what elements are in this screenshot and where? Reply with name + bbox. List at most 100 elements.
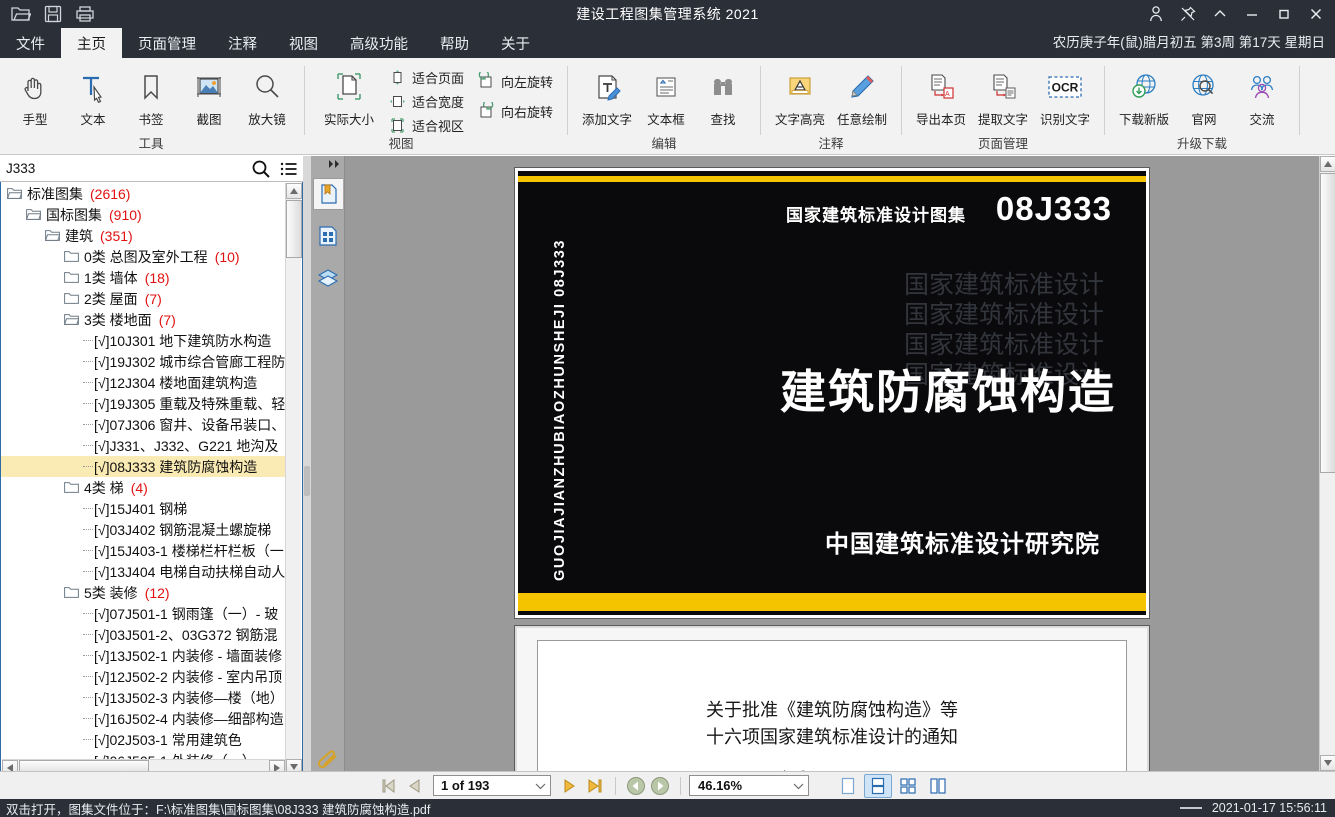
view-rotate-right-button[interactable]: 向右旋转 <box>474 99 559 123</box>
tree-vertical-scrollbar[interactable] <box>285 183 302 775</box>
panel-splitter[interactable] <box>303 156 311 799</box>
tree-leaf-node[interactable]: [√]13J502-1 内装修 - 墙面装修 <box>1 645 286 666</box>
annot-highlight-button[interactable]: 文字高亮 <box>769 62 831 128</box>
single-page-layout-icon[interactable] <box>835 775 861 797</box>
go-back-icon[interactable] <box>624 775 648 797</box>
minimize-button[interactable] <box>1237 1 1267 27</box>
tool-snapshot-button[interactable]: 截图 <box>180 62 238 128</box>
tree-leaf-node[interactable]: [√]07J501-1 钢雨篷（一）- 玻 <box>1 603 286 624</box>
menu-tab-advanced[interactable]: 高级功能 <box>334 28 424 58</box>
page-extract-text-button[interactable]: 提取文字 <box>972 62 1034 128</box>
next-page-icon[interactable] <box>557 775 581 797</box>
viewer-scroll-down-button[interactable] <box>1320 755 1335 771</box>
menu-tab-view[interactable]: 视图 <box>273 28 334 58</box>
continuous-layout-icon[interactable] <box>864 773 892 798</box>
tree-leaf-node[interactable]: [√]12J304 楼地面建筑构造 <box>1 372 286 393</box>
page-ocr-button[interactable]: OCR 识别文字 <box>1034 62 1096 128</box>
tree-folder-node[interactable]: 1类 墙体 (18) <box>1 267 286 288</box>
close-button[interactable] <box>1301 1 1331 27</box>
edit-add-text-button[interactable]: 添加文字 <box>576 62 638 128</box>
view-fit-width-button[interactable]: 适合宽度 <box>385 89 470 113</box>
last-page-icon[interactable] <box>583 775 607 797</box>
list-view-icon[interactable] <box>275 156 303 182</box>
tree-folder-node[interactable]: 2类 屋面 (7) <box>1 288 286 309</box>
community-button[interactable]: 交流 <box>1233 62 1291 128</box>
maximize-button[interactable] <box>1269 1 1299 27</box>
document-viewer[interactable]: GUOJIAJIANZHUBIAOZHUNSHEJI 08J333 国家建筑标准… <box>345 156 1335 771</box>
two-page-layout-icon[interactable] <box>925 775 951 797</box>
menu-tab-about[interactable]: 关于 <box>485 28 546 58</box>
expand-panel-icon[interactable] <box>328 158 342 170</box>
prev-page-icon[interactable] <box>403 775 427 797</box>
tree-leaf-node[interactable]: [√]13J404 电梯自动扶梯自动人 <box>1 561 286 582</box>
official-site-button[interactable]: 官网 <box>1175 62 1233 128</box>
splitter-grip[interactable] <box>304 466 310 496</box>
zoom-level-input[interactable]: 46.16% <box>689 775 809 796</box>
tree-leaf-node[interactable]: [√]07J306 窗井、设备吊装口、 <box>1 414 286 435</box>
chevron-down-icon[interactable] <box>535 777 546 795</box>
tree-leaf-node[interactable]: [√]19J305 重载及特殊重载、轻 <box>1 393 286 414</box>
tree-leaf-node[interactable]: [√]10J301 地下建筑防水构造 <box>1 330 286 351</box>
page-number-input[interactable]: 1 of 193 <box>433 775 551 796</box>
tree-leaf-node[interactable]: [√]16J502-4 内装修—细部构造 <box>1 708 286 729</box>
tree-folder-node[interactable]: 标准图集 (2616) <box>1 183 286 204</box>
tree-leaf-node[interactable]: [√]02J503-1 常用建筑色 <box>1 729 286 750</box>
edit-text-box-button[interactable]: 文本框 <box>638 62 694 128</box>
pin-icon[interactable] <box>1173 1 1203 27</box>
view-actual-size-button[interactable]: 实际大小 <box>313 62 385 128</box>
search-icon[interactable] <box>247 156 275 182</box>
tree-folder-node[interactable]: 4类 梯 (4) <box>1 477 286 498</box>
tool-hand-button[interactable]: 手型 <box>6 62 64 128</box>
tree-folder-node[interactable]: 国标图集 (910) <box>1 204 286 225</box>
tool-text-button[interactable]: 文本 <box>64 62 122 128</box>
tree-leaf-node[interactable]: [√]J331、J332、G221 地沟及 <box>1 435 286 456</box>
view-fit-visible-button[interactable]: 适合视区 <box>385 113 470 137</box>
view-rotate-left-button[interactable]: 向左旋转 <box>474 69 559 93</box>
find-icon <box>707 66 739 108</box>
tree-leaf-node[interactable]: [√]03J402 钢筋混凝土螺旋梯 <box>1 519 286 540</box>
tool-magnifier-label: 放大镜 <box>248 113 286 127</box>
bookmarks-panel-icon[interactable] <box>313 178 343 210</box>
upgrade-download-button[interactable]: 下载新版 <box>1113 62 1175 128</box>
tool-bookmark-button[interactable]: 书签 <box>122 62 180 128</box>
collapse-ribbon-icon[interactable] <box>1205 1 1235 27</box>
page-export-button[interactable]: A 导出本页 <box>910 62 972 128</box>
tree-leaf-node[interactable]: [√]12J502-2 内装修 - 室内吊顶 <box>1 666 286 687</box>
view-fit-page-button[interactable]: 适合页面 <box>385 65 470 89</box>
edit-find-button[interactable]: 查找 <box>694 62 752 128</box>
scroll-up-button[interactable] <box>286 183 302 199</box>
tree-leaf-node[interactable]: [√]13J502-3 内装修—楼（地） <box>1 687 286 708</box>
tree-folder-node[interactable]: 建筑 (351) <box>1 225 286 246</box>
tree-leaf-node[interactable]: [√]08J333 建筑防腐蚀构造 <box>1 456 286 477</box>
user-icon[interactable] <box>1141 1 1171 27</box>
search-input[interactable] <box>0 156 247 181</box>
tree-folder-node[interactable]: 0类 总图及室外工程 (10) <box>1 246 286 267</box>
tree-leaf-node[interactable]: [√]15J401 钢梯 <box>1 498 286 519</box>
tree-node-label: [√]07J306 窗井、设备吊装口、 <box>94 416 286 433</box>
menu-tab-help[interactable]: 帮助 <box>424 28 485 58</box>
document-page-cover: GUOJIAJIANZHUBIAOZHUNSHEJI 08J333 国家建筑标准… <box>515 168 1149 618</box>
thumbnails-panel-icon[interactable] <box>313 220 343 252</box>
menu-tab-annotation[interactable]: 注释 <box>212 28 273 58</box>
menu-tab-home[interactable]: 主页 <box>61 28 122 58</box>
tool-magnifier-button[interactable]: 放大镜 <box>238 62 296 128</box>
first-page-icon[interactable] <box>377 775 401 797</box>
menu-tab-file[interactable]: 文件 <box>0 28 61 58</box>
tree-leaf-node[interactable]: [√]19J302 城市综合管廊工程防 <box>1 351 286 372</box>
grid-layout-icon[interactable] <box>895 775 921 797</box>
tree-leaf-node[interactable]: [√]15J403-1 楼梯栏杆栏板（一 <box>1 540 286 561</box>
scrollbar-thumb[interactable] <box>286 200 302 258</box>
tree-folder-node[interactable]: 3类 楼地面 (7) <box>1 309 286 330</box>
viewer-vertical-scrollbar[interactable] <box>1319 156 1335 771</box>
viewer-scrollbar-thumb[interactable] <box>1320 173 1335 473</box>
viewer-scroll-up-button[interactable] <box>1320 156 1335 172</box>
chevron-down-icon[interactable] <box>793 777 804 795</box>
layers-panel-icon[interactable] <box>313 262 343 294</box>
tree-leaf-node[interactable]: [√]03J501-2、03G372 钢筋混 <box>1 624 286 645</box>
tree-folder-node[interactable]: 5类 装修 (12) <box>1 582 286 603</box>
atlas-tree[interactable]: 标准图集 (2616) 国标图集 (910) 建筑 (351) 0类 总图及室外工程 (10)… <box>1 182 286 775</box>
tree-node-label: [√]03J402 钢筋混凝土螺旋梯 <box>94 521 272 538</box>
go-forward-icon[interactable] <box>648 775 672 797</box>
menu-tab-page-management[interactable]: 页面管理 <box>122 28 212 58</box>
annot-free-draw-button[interactable]: 任意绘制 <box>831 62 893 128</box>
